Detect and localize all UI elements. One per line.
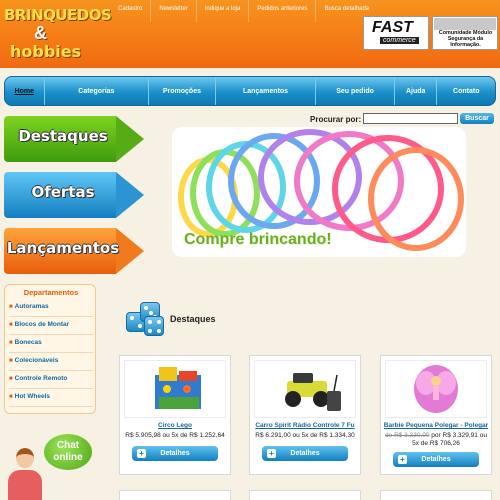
search-button[interactable]: Buscar	[460, 113, 494, 124]
department-label: Controle Remoto	[14, 375, 68, 382]
details-button[interactable]: + Detalhes	[132, 446, 218, 461]
seal-text: Comunidade Módulo Segurança da Informaçã…	[438, 30, 493, 48]
product-name[interactable]: Carro Spirit Rádio Controle 7 Fu	[250, 422, 360, 429]
product-image[interactable]	[385, 360, 487, 418]
banner-tagline: Compre brincando!	[184, 231, 332, 248]
department-item[interactable]: ■ Autoramas	[9, 303, 93, 317]
product-image[interactable]	[124, 360, 226, 418]
seal-logo-bar	[434, 18, 496, 30]
chat-agent-avatar[interactable]	[6, 448, 42, 500]
nav-categorias[interactable]: Categorias	[43, 77, 149, 105]
product-card[interactable]: Circo Lego R$ 5.905,98 ou 5x de R$ 1.252…	[119, 355, 231, 475]
logo-line2: hobbies	[10, 42, 82, 61]
department-label: Colecionáveis	[14, 357, 59, 364]
bullet-icon: ■	[9, 376, 13, 382]
nav-seu-pedido[interactable]: Seu pedido	[315, 77, 394, 105]
details-button[interactable]: + Detalhes	[393, 452, 479, 467]
department-label: Bonecas	[14, 339, 42, 346]
details-button[interactable]: + Detalhes	[262, 446, 348, 461]
department-item[interactable]: ■ Colecionáveis	[9, 357, 93, 371]
product-price: de R$ 3.330,00 por R$ 3.329,91 ou 5x de …	[381, 432, 491, 448]
departments-title: Departamentos	[23, 288, 79, 297]
nav-lancamentos[interactable]: Lançamentos	[214, 77, 316, 105]
product-card[interactable]	[119, 490, 231, 500]
main-nav: Home Categorias Promoções Lançamentos Se…	[4, 76, 496, 106]
lancamentos-arrow-button[interactable]: Lançamentos	[4, 228, 144, 274]
product-card[interactable]	[380, 490, 492, 500]
featured-title: Destaques	[170, 314, 216, 324]
fast-label: FAST	[372, 19, 413, 36]
details-label: Detalhes	[421, 456, 451, 463]
nav-contato[interactable]: Contato	[436, 77, 495, 105]
security-seal[interactable]: Comunidade Módulo Segurança da Informaçã…	[432, 16, 498, 50]
department-item[interactable]: ■ Hot Wheels	[9, 393, 93, 407]
logo-ampersand: &	[34, 23, 47, 43]
search-input[interactable]	[363, 113, 458, 124]
details-label: Detalhes	[160, 450, 190, 457]
plus-icon: +	[137, 449, 146, 458]
top-link-pedidos[interactable]: Pedidos anteriores	[248, 0, 315, 22]
plus-icon: +	[398, 455, 407, 464]
product-card[interactable]: Carro Spirit Rádio Controle 7 Fu R$ 6.29…	[249, 355, 361, 475]
plus-icon: +	[267, 449, 276, 458]
bullet-icon: ■	[9, 358, 13, 364]
commerce-label: commerce	[380, 37, 419, 44]
ofertas-arrow-button[interactable]: Ofertas	[4, 172, 144, 218]
chat-line1: Chat	[56, 440, 80, 451]
department-item[interactable]: ■ Bonecas	[9, 339, 93, 353]
bullet-icon: ■	[9, 322, 13, 328]
product-name[interactable]: Barbie Pequena Polegar - Polegar	[381, 422, 491, 429]
spring-ring	[368, 147, 464, 251]
product-price: R$ 6.291,00 ou 5x de R$ 1.334,30	[255, 432, 355, 439]
department-item[interactable]: ■ Controle Remoto	[9, 375, 93, 389]
destaques-arrow-button[interactable]: Destaques	[4, 116, 144, 162]
product-name[interactable]: Circo Lego	[120, 422, 230, 429]
product-card[interactable]: Barbie Pequena Polegar - Polegar de R$ 3…	[380, 355, 492, 475]
nav-home[interactable]: Home	[5, 77, 44, 105]
site-header: BRINQUEDOS & hobbies Cadastro Newsletter…	[0, 0, 500, 68]
department-item[interactable]: ■ Blocos de Montar	[9, 321, 93, 335]
die-shape	[144, 316, 164, 336]
department-label: Blocos de Montar	[14, 321, 70, 328]
fast-commerce-badge[interactable]: FAST commerce	[363, 16, 429, 50]
chat-online-button[interactable]: Chat online	[44, 434, 92, 470]
bullet-icon: ■	[9, 394, 13, 400]
dice-icon	[124, 298, 166, 338]
top-link-indique[interactable]: Indique a loja	[195, 0, 249, 22]
department-label: Hot Wheels	[14, 393, 51, 400]
bullet-icon: ■	[9, 304, 13, 310]
top-links: Cadastro Newsletter Indique a loja Pedid…	[110, 0, 377, 22]
logo-line1: BRINQUEDOS	[4, 6, 112, 24]
promo-banner[interactable]: Compre brincando!	[172, 127, 466, 257]
arrow-label: Ofertas	[31, 183, 95, 201]
top-link-newsletter[interactable]: Newsletter	[150, 0, 195, 22]
details-label: Detalhes	[290, 450, 320, 457]
nav-promocoes[interactable]: Promoções	[148, 77, 215, 105]
product-price: R$ 5.905,98 ou 5x de R$ 1.252,64	[125, 432, 225, 439]
department-label: Autoramas	[14, 303, 49, 310]
nav-ajuda[interactable]: Ajuda	[393, 77, 437, 105]
product-old-price: de R$ 3.330,00	[385, 432, 430, 439]
top-link-cadastro[interactable]: Cadastro	[110, 0, 150, 22]
bullet-icon: ■	[9, 340, 13, 346]
product-card[interactable]	[249, 490, 361, 500]
avatar-torso	[8, 470, 42, 500]
site-logo[interactable]: BRINQUEDOS & hobbies	[4, 6, 112, 64]
avatar-head	[16, 448, 34, 468]
departments-panel: Departamentos ■ Autoramas ■ Blocos de Mont…	[4, 284, 96, 414]
chat-line2: online	[53, 452, 83, 463]
arrow-label: Destaques	[18, 127, 108, 145]
arrow-label: Lançamentos	[6, 239, 120, 257]
search-label: Procurar por:	[310, 115, 362, 124]
product-image[interactable]	[254, 360, 356, 418]
